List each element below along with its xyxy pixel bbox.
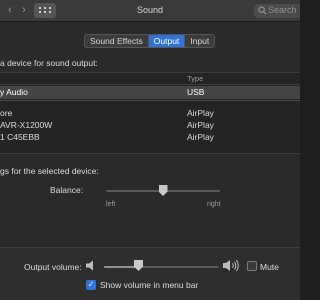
volume-slider-fill <box>104 266 139 268</box>
device-name: y Audio <box>0 87 28 97</box>
balance-right-label: right <box>207 201 221 208</box>
volume-slider-thumb[interactable] <box>134 260 143 271</box>
device-type: AirPlay <box>187 132 214 142</box>
search-placeholder: Search <box>268 5 297 15</box>
search-input[interactable]: Search <box>254 4 300 18</box>
balance-label: Balance: <box>50 185 84 195</box>
row-divider <box>0 100 300 101</box>
show-volume-checkbox[interactable]: ✓ <box>86 280 96 290</box>
search-icon <box>258 6 267 15</box>
tab-input[interactable]: Input <box>185 35 214 47</box>
mute-label: Mute <box>260 262 279 272</box>
device-type: USB <box>187 87 205 97</box>
device-name: 1 C45EBB <box>0 132 40 142</box>
tab-bar: Sound Effects Output Input <box>84 34 216 48</box>
speaker-high-icon <box>223 259 239 272</box>
sound-preferences-window: ‹ › Sound Search Sound Effects Output In… <box>0 0 300 300</box>
output-volume-label: Output volume: <box>24 262 82 272</box>
balance-left-label: left <box>106 201 116 208</box>
header-divider <box>0 84 300 85</box>
tab-sound-effects[interactable]: Sound Effects <box>85 35 149 47</box>
volume-bar: Output volume: Mute ✓ Show volume in men… <box>0 247 300 300</box>
output-heading: a device for sound output: <box>0 58 98 68</box>
show-volume-label: Show volume in menu bar <box>100 280 199 290</box>
column-header-type[interactable]: Type <box>187 74 203 83</box>
speaker-low-icon <box>86 260 93 271</box>
settings-heading: gs for the selected device: <box>0 166 99 176</box>
output-device-table: Type y Audio USB ore AirPlay AVR-X1200W … <box>0 72 300 154</box>
table-row-selected[interactable]: y Audio USB <box>0 86 300 99</box>
mute-checkbox[interactable] <box>247 261 257 271</box>
volume-slider-track[interactable] <box>104 266 219 268</box>
balance-slider-thumb[interactable] <box>158 185 168 196</box>
checkmark-icon: ✓ <box>87 280 95 289</box>
table-row[interactable]: 1 C45EBB AirPlay <box>0 131 300 144</box>
tab-output[interactable]: Output <box>148 35 186 47</box>
title-bar: ‹ › Sound Search <box>0 0 300 22</box>
